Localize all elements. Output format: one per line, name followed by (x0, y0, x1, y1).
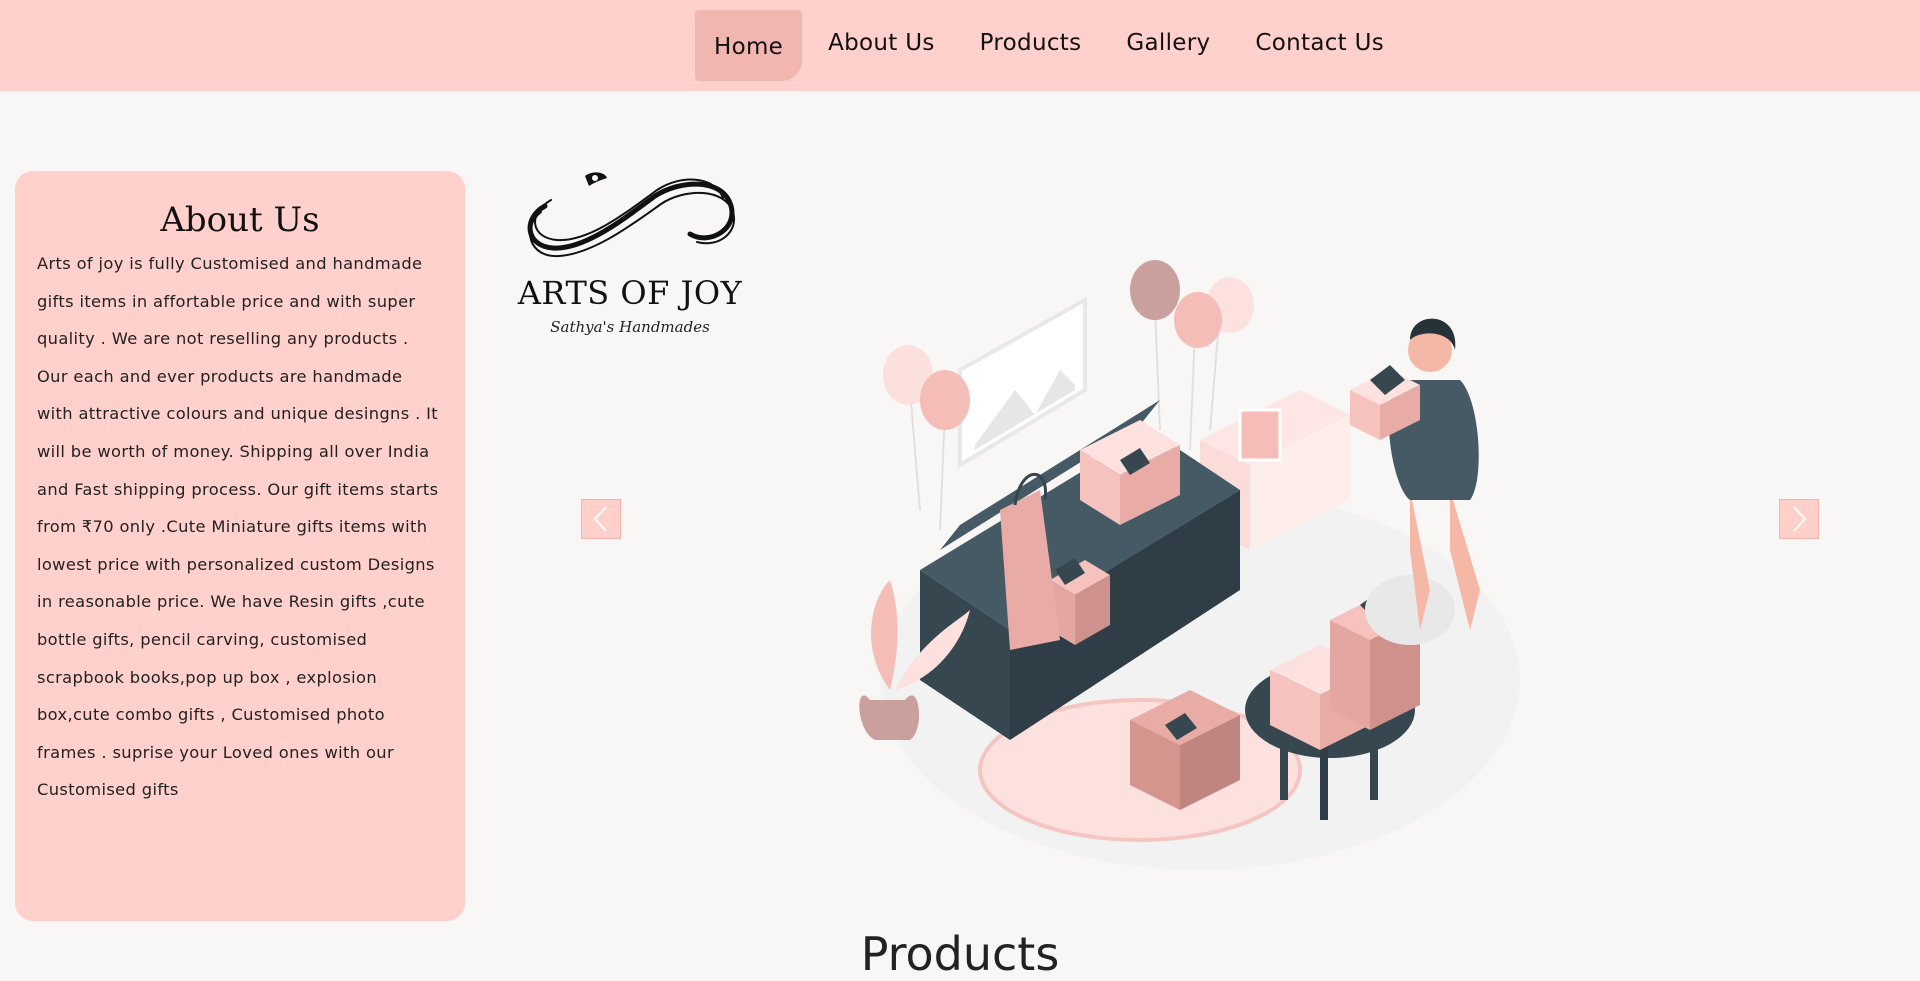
products-section-heading: Products (860, 927, 1060, 981)
nav-item-contact-us[interactable]: Contact Us (1236, 10, 1403, 81)
nav-item-home[interactable]: Home (695, 10, 803, 81)
hero-illustration (859, 260, 1520, 870)
balloons-left (883, 345, 970, 531)
logo-brand-text: ARTS OF JOY (517, 274, 743, 312)
wall-picture-frame (958, 296, 1087, 469)
about-title: About Us (160, 200, 320, 240)
nav-item-about-us[interactable]: About Us (809, 10, 954, 81)
brand-logo[interactable]: ARTS OF JOY Sathya's Handmades (515, 168, 745, 348)
nav-item-products[interactable]: Products (961, 10, 1101, 81)
about-card: About Us Arts of joy is fully Customised… (15, 171, 465, 921)
chevron-left-icon (593, 506, 607, 532)
top-navbar: Home About Us Products Gallery Contact U… (0, 0, 1920, 91)
carousel-prev-button[interactable] (581, 499, 621, 539)
carousel-next-button[interactable] (1779, 499, 1819, 539)
chevron-right-icon (1793, 506, 1807, 532)
nav-menu: Home About Us Products Gallery Contact U… (695, 10, 1403, 81)
infinity-logo-icon (527, 172, 736, 258)
nav-item-gallery[interactable]: Gallery (1107, 10, 1229, 81)
about-text: Arts of joy is fully Customised and hand… (37, 254, 439, 800)
logo-subtitle: Sathya's Handmades (550, 318, 710, 336)
balloons-top (1130, 260, 1254, 451)
